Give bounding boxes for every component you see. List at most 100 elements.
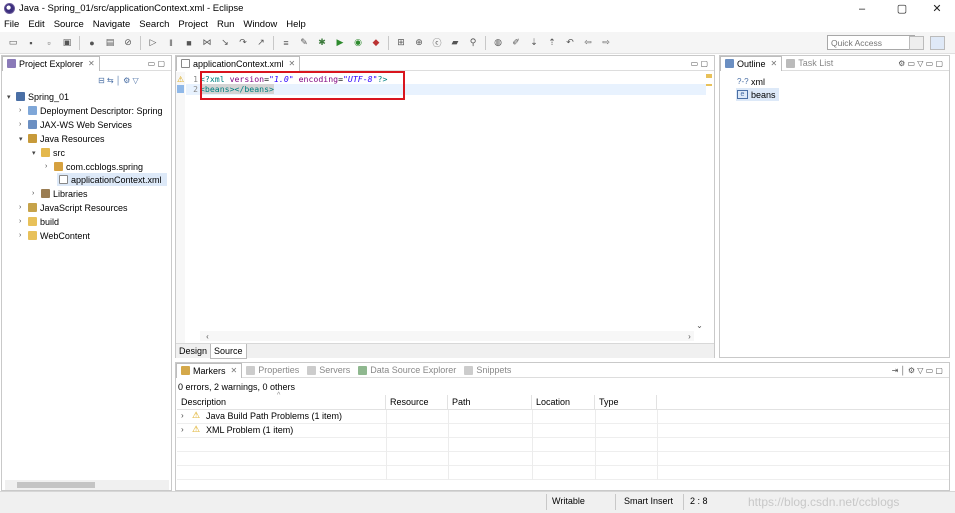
- new-java-project-icon[interactable]: ⊞: [394, 36, 408, 50]
- editor-window-controls[interactable]: ▭ ▢: [691, 59, 714, 68]
- menu-source[interactable]: Source: [54, 19, 84, 30]
- next-annotation-icon[interactable]: ⇣: [527, 36, 541, 50]
- server-icon[interactable]: ●: [85, 36, 99, 50]
- outline-item-selected[interactable]: e beans: [736, 88, 779, 101]
- back-icon[interactable]: ⇦: [581, 36, 595, 50]
- print-icon[interactable]: ▣: [60, 36, 74, 50]
- tab-applicationcontext[interactable]: applicationContext.xml ✕: [176, 55, 301, 71]
- close-icon[interactable]: ✕: [289, 59, 296, 68]
- tab-properties[interactable]: Properties: [242, 363, 303, 378]
- collapsed-arrow-icon[interactable]: ›: [181, 425, 184, 434]
- menu-help[interactable]: Help: [286, 19, 306, 30]
- view-menu-icon[interactable]: ⚙ ▭ ▽ ▭ ▢: [898, 59, 949, 68]
- new-icon[interactable]: ▭: [6, 36, 20, 50]
- tab-design[interactable]: Design: [176, 346, 210, 356]
- tab-markers[interactable]: Markers ✕: [176, 362, 243, 378]
- step-into-icon[interactable]: ↘: [218, 36, 232, 50]
- collapsed-arrow-icon[interactable]: ›: [19, 107, 28, 114]
- disconnect-icon[interactable]: ⋈: [200, 36, 214, 50]
- last-edit-icon[interactable]: ↶: [563, 36, 577, 50]
- step-over-icon[interactable]: ↷: [236, 36, 250, 50]
- tree-item[interactable]: › Deployment Descriptor: Spring: [19, 104, 163, 117]
- tree-item[interactable]: › com.ccblogs.spring: [45, 160, 143, 173]
- open-task-icon[interactable]: ≡: [279, 36, 293, 50]
- new-package-icon[interactable]: ⊕: [412, 36, 426, 50]
- close-icon[interactable]: ✕: [231, 366, 238, 375]
- view-menu-icon[interactable]: ⇥ │ ⚙ ▽ ▭ ▢: [892, 366, 949, 375]
- tab-servers[interactable]: Servers: [303, 363, 354, 378]
- save-all-icon[interactable]: ▫: [42, 36, 56, 50]
- save-icon[interactable]: ▪: [24, 36, 38, 50]
- minimize-button[interactable]: –: [844, 0, 880, 17]
- console-icon[interactable]: ▤: [103, 36, 117, 50]
- resume-icon[interactable]: ▷: [146, 36, 160, 50]
- close-icon[interactable]: ✕: [771, 59, 778, 68]
- collapse-all-icon[interactable]: ⊟ ⇆ │ ⚙ ▽: [98, 76, 139, 85]
- scroll-left-icon[interactable]: ‹: [202, 331, 213, 341]
- horizontal-scrollbar[interactable]: ‹ ›: [200, 331, 694, 341]
- tree-item[interactable]: › JavaScript Resources: [19, 201, 128, 214]
- menu-search[interactable]: Search: [139, 19, 169, 30]
- close-button[interactable]: ✕: [919, 0, 955, 17]
- external-tools-icon[interactable]: ◆: [369, 36, 383, 50]
- horizontal-scrollbar[interactable]: [5, 480, 169, 490]
- scroll-down-icon[interactable]: ⌄: [694, 320, 705, 330]
- tab-outline[interactable]: Outline ✕: [720, 55, 783, 71]
- coverage-icon[interactable]: ◉: [351, 36, 365, 50]
- menu-edit[interactable]: Edit: [28, 19, 44, 30]
- menu-run[interactable]: Run: [217, 19, 234, 30]
- column-header-resource[interactable]: Resource: [386, 395, 448, 410]
- maximize-button[interactable]: ▢: [884, 0, 920, 17]
- expanded-arrow-icon[interactable]: ▾: [7, 93, 16, 101]
- menu-project[interactable]: Project: [178, 19, 208, 30]
- expanded-arrow-icon[interactable]: ▾: [19, 135, 28, 143]
- menu-navigate[interactable]: Navigate: [93, 19, 131, 30]
- debug-icon[interactable]: ✱: [315, 36, 329, 50]
- menu-file[interactable]: File: [4, 19, 19, 30]
- column-header-location[interactable]: Location: [532, 395, 595, 410]
- collapsed-arrow-icon[interactable]: ›: [19, 121, 28, 128]
- table-row[interactable]: › ⚠ Java Build Path Problems (1 item): [177, 410, 949, 424]
- search-icon[interactable]: ⚲: [466, 36, 480, 50]
- column-header-description[interactable]: Description ^: [177, 392, 386, 410]
- tree-item[interactable]: ▾ Spring_01: [7, 90, 69, 103]
- tree-item[interactable]: ▾ src: [32, 146, 65, 159]
- open-type-icon[interactable]: ▰: [448, 36, 462, 50]
- tree-item[interactable]: › build: [19, 215, 59, 228]
- close-icon[interactable]: ✕: [88, 59, 95, 68]
- annotation-icon[interactable]: ✐: [509, 36, 523, 50]
- tab-snippets[interactable]: Snippets: [460, 363, 515, 378]
- menu-window[interactable]: Window: [243, 19, 277, 30]
- expanded-arrow-icon[interactable]: ▾: [32, 149, 41, 157]
- tree-item[interactable]: › JAX-WS Web Services: [19, 118, 132, 131]
- column-header-path[interactable]: Path: [448, 395, 532, 410]
- view-menu-icon[interactable]: ▭ ▢: [148, 59, 171, 68]
- tab-task-list[interactable]: Task List: [782, 56, 837, 71]
- tree-item[interactable]: › WebContent: [19, 229, 90, 242]
- tab-data-source-explorer[interactable]: Data Source Explorer: [354, 363, 460, 378]
- collapsed-arrow-icon[interactable]: ›: [19, 232, 28, 239]
- collapsed-arrow-icon[interactable]: ›: [181, 411, 184, 420]
- suspend-icon[interactable]: ‖: [164, 36, 178, 50]
- outline-item[interactable]: ?-? xml: [737, 75, 765, 88]
- tab-project-explorer[interactable]: Project Explorer ✕: [2, 55, 100, 71]
- forward-icon[interactable]: ⇨: [599, 36, 613, 50]
- tab-source[interactable]: Source: [210, 343, 247, 359]
- skip-breakpoints-icon[interactable]: ⊘: [121, 36, 135, 50]
- scrollbar-thumb[interactable]: [17, 482, 95, 488]
- quick-access-input[interactable]: [827, 35, 915, 50]
- table-row[interactable]: › ⚠ XML Problem (1 item): [177, 424, 949, 438]
- terminate-icon[interactable]: ■: [182, 36, 196, 50]
- new-class-icon[interactable]: ⓒ: [430, 36, 444, 50]
- collapsed-arrow-icon[interactable]: ›: [19, 218, 28, 225]
- step-return-icon[interactable]: ↗: [254, 36, 268, 50]
- tree-item-selected[interactable]: applicationContext.xml: [57, 173, 167, 186]
- collapsed-arrow-icon[interactable]: ›: [32, 190, 41, 197]
- java-ee-perspective-icon[interactable]: [930, 36, 945, 50]
- tree-item[interactable]: ▾ Java Resources: [19, 132, 105, 145]
- tree-item[interactable]: › Libraries: [32, 187, 88, 200]
- collapsed-arrow-icon[interactable]: ›: [45, 163, 54, 170]
- column-header-type[interactable]: Type: [595, 395, 657, 410]
- scroll-right-icon[interactable]: ›: [684, 331, 695, 341]
- open-perspective-icon[interactable]: [909, 36, 924, 50]
